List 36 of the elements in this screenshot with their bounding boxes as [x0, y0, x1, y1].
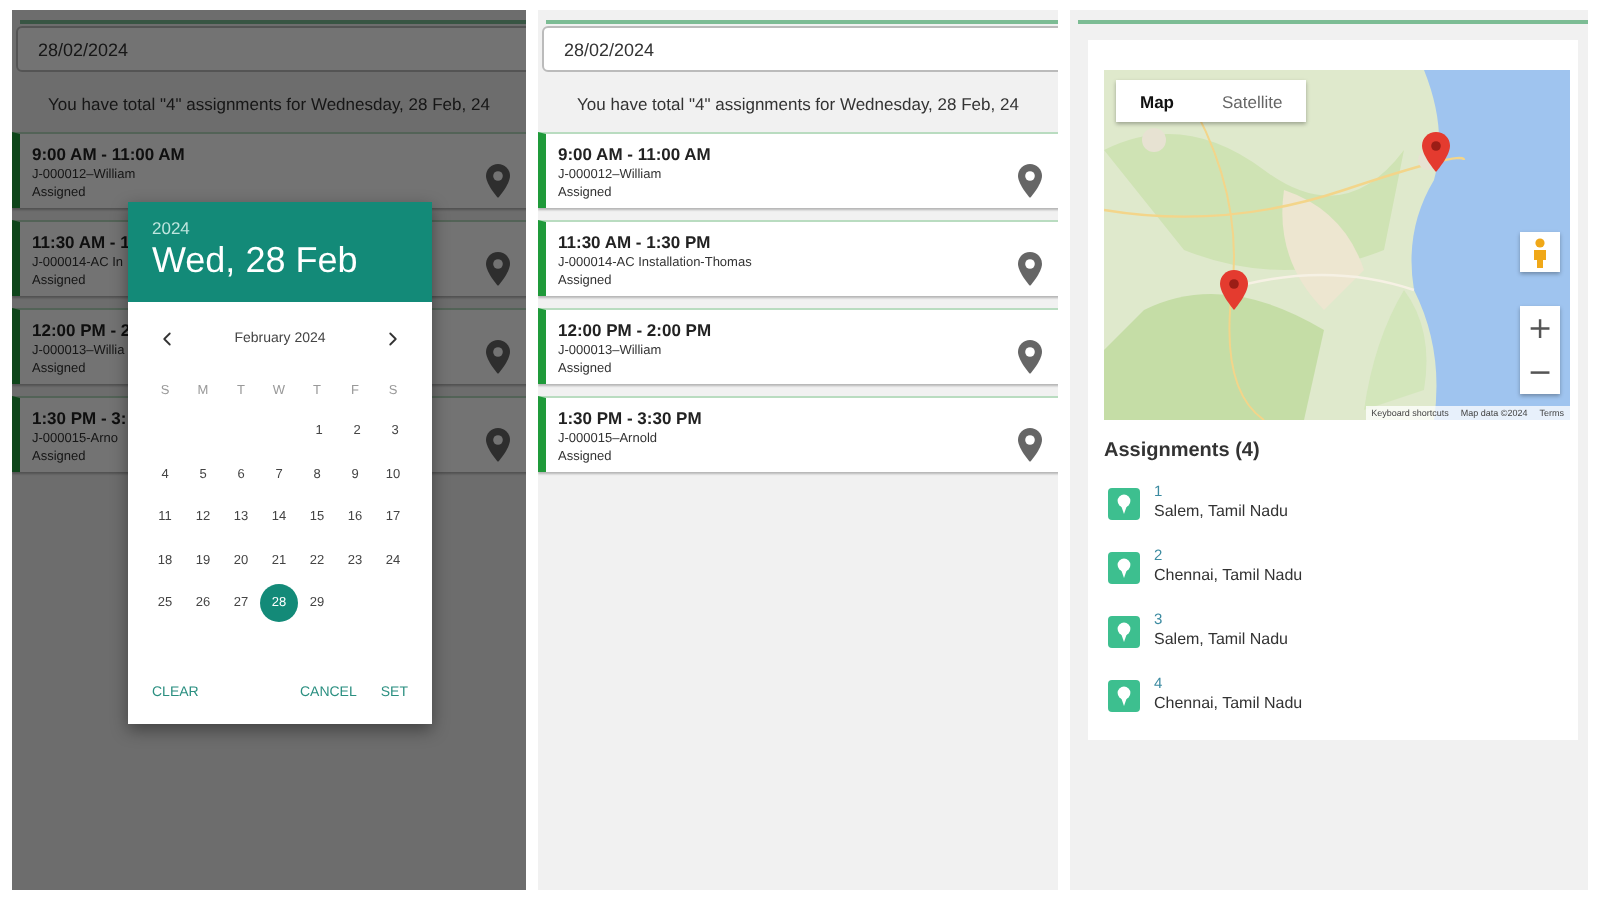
map-pin-icon[interactable] [1018, 340, 1042, 374]
map-pin-icon[interactable] [1018, 164, 1042, 198]
date-field[interactable]: 28/02/2024 [16, 26, 526, 72]
zoom-button[interactable]: − [1520, 350, 1560, 394]
person-icon [1532, 237, 1548, 267]
zoom-button[interactable]: + [1520, 306, 1560, 350]
marker-icon [1108, 488, 1140, 520]
assignment-summary: You have total "4" assignments for Wednesday, 28 Feb, 24 [575, 94, 1021, 114]
assignment-address: Salem, Tamil Nadu [1154, 630, 1288, 650]
selected-date: Wed, 28 Feb [152, 238, 360, 282]
assignment-summary: You have total "4" assignments for Wednesday, 28 Feb, 24 [46, 94, 492, 114]
marker-icon [1108, 616, 1140, 648]
marker-icon [1108, 680, 1140, 712]
map-marker-icon[interactable] [1422, 132, 1450, 172]
time-range: 1:30 PM - 3:30 PM [558, 408, 702, 430]
map-type-tab[interactable]: Satellite [1198, 80, 1307, 122]
map-marker-icon[interactable] [1220, 270, 1248, 310]
time-range: 9:00 AM - 11:00 AM [32, 144, 185, 166]
map-pin-icon[interactable] [486, 252, 510, 286]
map-pin-icon[interactable] [1018, 252, 1042, 286]
map-pin-icon[interactable] [486, 340, 510, 374]
assignments-title: Assignments (4) [1104, 440, 1262, 462]
map-pin-icon[interactable] [486, 428, 510, 462]
assignment-address: Salem, Tamil Nadu [1154, 502, 1288, 522]
time-range: 12:00 PM - 2:00 PM [558, 320, 712, 342]
map-pin-icon[interactable] [1018, 428, 1042, 462]
time-range: 11:30 AM - 1:30 PM [558, 232, 711, 254]
marker-icon [1108, 552, 1140, 584]
date-field[interactable]: 28/02/2024 [542, 26, 1058, 72]
time-range: 1:30 PM - 3: [32, 408, 127, 430]
assignment-address: Chennai, Tamil Nadu [1154, 566, 1303, 586]
assignment-address: Chennai, Tamil Nadu [1154, 694, 1303, 714]
time-range: 9:00 AM - 11:00 AM [558, 144, 711, 166]
map-type-tab[interactable]: Map [1116, 80, 1198, 122]
map-pin-icon[interactable] [486, 164, 510, 198]
time-range: 11:30 AM - 1 [32, 232, 130, 254]
